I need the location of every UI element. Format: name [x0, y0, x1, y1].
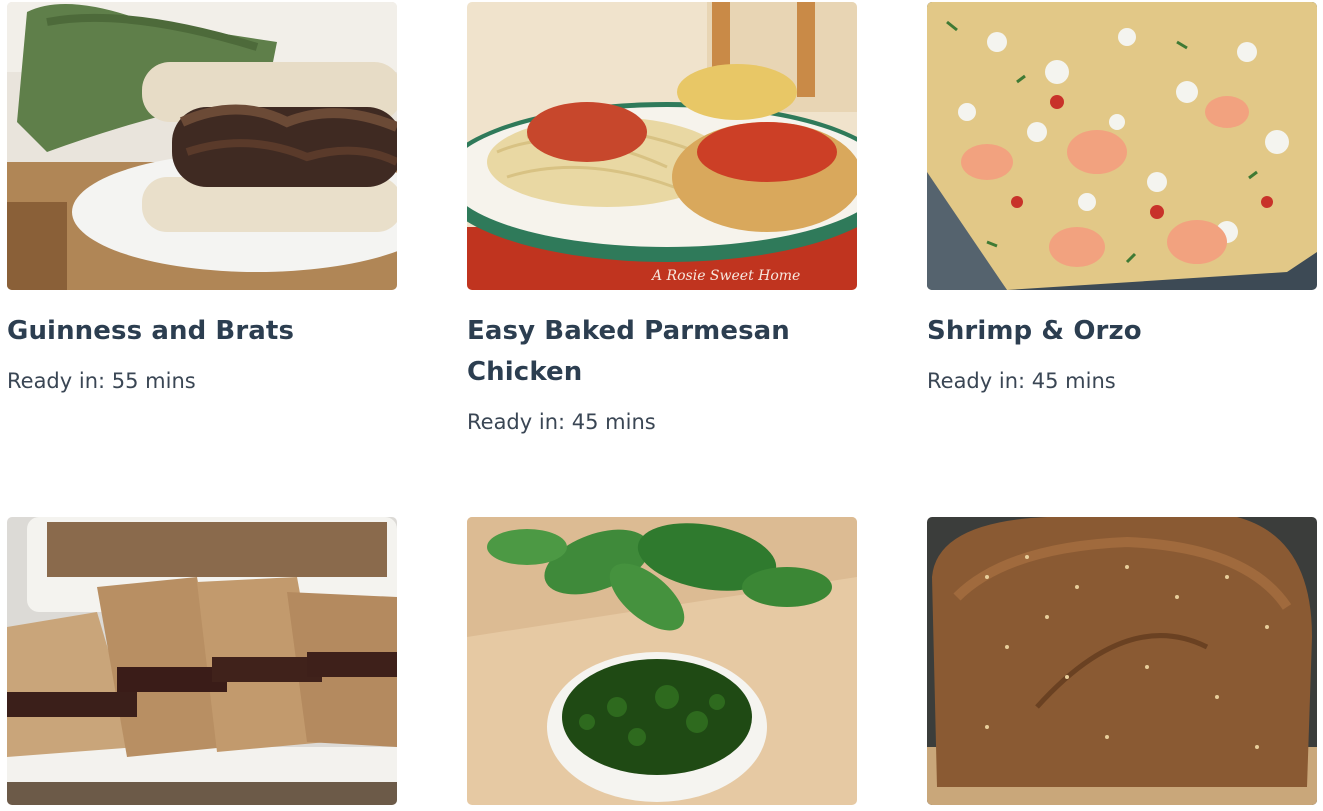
recipe-image-pesto[interactable]	[467, 517, 857, 805]
recipe-card-6[interactable]	[927, 517, 1317, 805]
ready-value: 45 mins	[1031, 369, 1116, 393]
recipe-image-date-bars[interactable]	[7, 517, 397, 805]
parmesan-chicken-photo: A Rosie Sweet Home	[467, 2, 857, 290]
recipe-title[interactable]: Shrimp & Orzo	[927, 290, 1317, 352]
ready-label: Ready in:	[7, 369, 106, 393]
recipe-title[interactable]: Easy Baked Parmesan Chicken	[467, 290, 857, 393]
ready-label: Ready in:	[927, 369, 1026, 393]
shrimp-orzo-photo	[927, 2, 1317, 290]
ready-label: Ready in:	[467, 410, 566, 434]
recipe-image-shrimp-orzo[interactable]	[927, 2, 1317, 290]
recipe-title[interactable]: Guinness and Brats	[7, 290, 397, 352]
recipe-card-1[interactable]: Guinness and Brats Ready in: 55 mins	[7, 2, 397, 396]
recipe-image-bread[interactable]	[927, 517, 1317, 805]
recipe-card-2[interactable]: A Rosie Sweet Home Easy Baked Parmesan C…	[467, 2, 857, 437]
bread-loaf-photo	[927, 517, 1317, 805]
recipe-card-5[interactable]	[467, 517, 857, 805]
recipe-card-4[interactable]	[7, 517, 397, 805]
ready-value: 45 mins	[571, 410, 656, 434]
watermark-text: A Rosie Sweet Home	[650, 268, 800, 284]
ready-time: Ready in: 45 mins	[467, 407, 857, 437]
pesto-bowl-photo	[467, 517, 857, 805]
recipe-image-guinness-brats[interactable]	[7, 2, 397, 290]
date-bars-photo	[7, 517, 397, 805]
ready-value: 55 mins	[111, 369, 196, 393]
ready-time: Ready in: 55 mins	[7, 366, 397, 396]
ready-time: Ready in: 45 mins	[927, 366, 1317, 396]
recipe-card-3[interactable]: Shrimp & Orzo Ready in: 45 mins	[927, 2, 1317, 396]
sausage-sandwich-photo	[7, 2, 397, 290]
recipe-image-parmesan-chicken[interactable]: A Rosie Sweet Home	[467, 2, 857, 290]
